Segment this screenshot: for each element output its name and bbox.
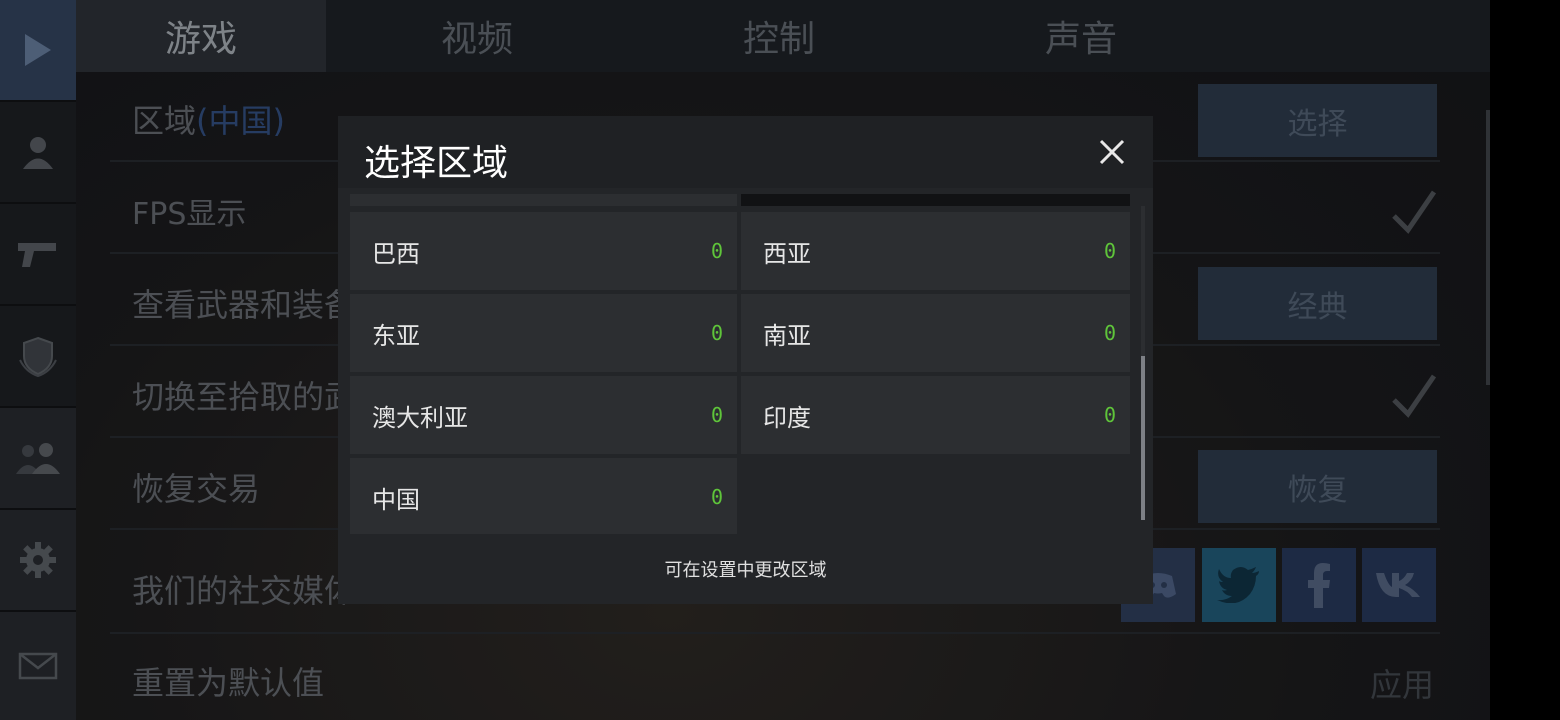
region-ping: 0 (710, 321, 723, 345)
region-tile-partial (741, 194, 1130, 206)
region-ping: 0 (1103, 321, 1116, 345)
region-tile-brazil[interactable]: 巴西 0 (350, 212, 737, 290)
region-list-scrollbar-thumb[interactable] (1141, 356, 1145, 520)
dialog-header: 选择区域 (338, 116, 1153, 188)
region-tile-australia[interactable]: 澳大利亚 0 (350, 376, 737, 454)
close-icon (1099, 139, 1125, 165)
region-tile-china[interactable]: 中国 0 (350, 458, 737, 534)
region-ping: 0 (1103, 239, 1116, 263)
region-ping: 0 (710, 403, 723, 427)
screen: 游戏 视频 控制 声音 区域 (中国) 选择 FPS显示 查看武器和装备 经典 切… (0, 0, 1560, 720)
region-name: 东亚 (372, 321, 420, 350)
region-tile-partial (350, 194, 737, 206)
region-name: 巴西 (372, 239, 420, 268)
region-tile-india[interactable]: 印度 0 (741, 376, 1130, 454)
region-tile-west-asia[interactable]: 西亚 0 (741, 212, 1130, 290)
dialog-title: 选择区域 (364, 143, 509, 184)
region-name: 中国 (372, 485, 420, 514)
region-select-dialog: 选择区域 巴西 0 西亚 0 东亚 0 南亚 0 澳大利亚 0 印度 0 中国 … (338, 116, 1153, 604)
region-ping: 0 (710, 485, 723, 509)
region-name: 印度 (763, 403, 811, 432)
region-name: 澳大利亚 (372, 403, 468, 432)
region-name: 南亚 (763, 321, 811, 350)
region-ping: 0 (1103, 403, 1116, 427)
region-name: 西亚 (763, 239, 811, 268)
region-ping: 0 (710, 239, 723, 263)
region-tile-south-asia[interactable]: 南亚 0 (741, 294, 1130, 372)
region-list[interactable]: 巴西 0 西亚 0 东亚 0 南亚 0 澳大利亚 0 印度 0 中国 0 (350, 194, 1130, 534)
region-tile-east-asia[interactable]: 东亚 0 (350, 294, 737, 372)
dialog-note: 可在设置中更改区域 (664, 560, 827, 581)
screen-edge (1490, 0, 1560, 720)
close-button[interactable] (1092, 132, 1132, 172)
game-settings-screen: 游戏 视频 控制 声音 区域 (中国) 选择 FPS显示 查看武器和装备 经典 切… (0, 0, 1490, 720)
